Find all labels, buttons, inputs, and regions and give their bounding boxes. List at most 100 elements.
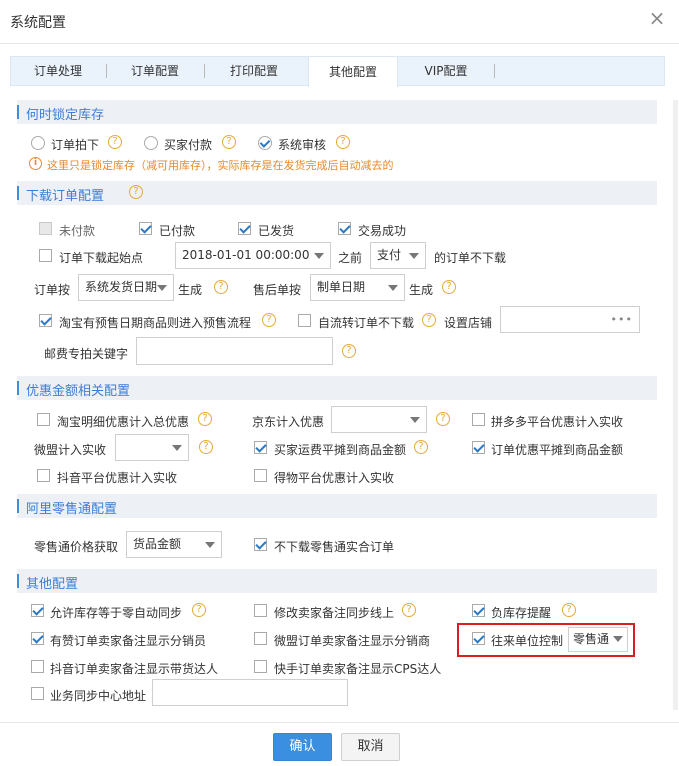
radio-buyer-paid[interactable] (144, 136, 158, 150)
checkbox-no-combined[interactable] (254, 538, 267, 551)
label-after-sale-by: 售后单按 (253, 283, 302, 297)
question-icon[interactable]: ? (214, 280, 228, 294)
label-taobao-detail: 淘宝明细优惠计入总优惠 (57, 415, 190, 429)
section-title: 下载订单配置 (26, 189, 105, 204)
label-dewu-discount: 得物平台优惠计入实收 (274, 471, 395, 485)
label-pdd: 拼多多平台优惠计入实收 (491, 415, 624, 429)
checkbox-youzan[interactable] (31, 632, 44, 645)
label-order-by: 订单按 (34, 283, 71, 297)
lock-stock-warning: 这里只是锁定库存（减可用库存），实际库存是在发货完成后自动减去的 (47, 159, 394, 172)
question-icon[interactable]: ? (108, 135, 122, 149)
section-download-config: 下载订单配置 ? (17, 181, 657, 205)
section-title: 阿里零售通配置 (26, 502, 118, 517)
label-no-combined: 不下载零售通实合订单 (274, 540, 395, 554)
question-icon[interactable]: ? (198, 412, 212, 426)
tab-other-config[interactable]: 其他配置 (308, 56, 398, 87)
label-douyin-discount: 抖音平台优惠计入实收 (57, 471, 178, 485)
question-icon[interactable]: ? (336, 135, 350, 149)
cancel-button[interactable]: 取消 (341, 733, 400, 761)
tab-vip-config[interactable]: VIP配置 (400, 56, 492, 86)
store-input[interactable]: ••• (500, 306, 640, 333)
checkbox-auto-flow[interactable] (298, 314, 311, 327)
question-icon[interactable]: ? (414, 440, 428, 454)
label-modify-remark: 修改卖家备注同步线上 (274, 606, 395, 620)
checkbox-kuaishou-remark[interactable] (254, 660, 267, 673)
label-postage-keyword: 邮费专拍关键字 (44, 347, 129, 361)
checkbox-buyer-freight[interactable] (254, 441, 267, 454)
checkbox-trade-success[interactable] (338, 222, 351, 235)
label-before: 之前 (338, 251, 363, 265)
label-kuaishou-remark: 快手订单卖家备注显示CPS达人 (274, 662, 442, 676)
confirm-button[interactable]: 确认 (273, 733, 332, 761)
label-order-placed: 订单拍下 (51, 138, 100, 152)
label-shipped: 已发货 (258, 224, 295, 238)
checkbox-dewu-discount[interactable] (254, 469, 267, 482)
price-get-select[interactable]: 货品金额 (126, 531, 222, 558)
question-icon[interactable]: ? (436, 412, 450, 426)
pay-option-select[interactable]: 支付 (370, 242, 426, 269)
label-auto-flow: 自流转订单不下载 (318, 316, 415, 330)
question-icon[interactable]: ? (262, 313, 276, 327)
section-ali-retail: 阿里零售通配置 (17, 494, 657, 518)
checkbox-unpaid (39, 222, 52, 235)
label-weimeng-remark: 微盟订单卖家备注显示分销商 (274, 634, 431, 648)
checkbox-order-discount[interactable] (472, 441, 485, 454)
section-title: 优惠金额相关配置 (26, 384, 131, 399)
section-title: 何时锁定库存 (26, 108, 105, 123)
after-sale-select[interactable]: 制单日期 (310, 274, 405, 301)
question-icon[interactable]: ? (562, 603, 576, 617)
more-icon[interactable]: ••• (611, 313, 633, 326)
label-sync-center: 业务同步中心地址 (50, 689, 147, 703)
question-icon[interactable]: ? (402, 603, 416, 617)
question-icon[interactable]: ? (222, 135, 236, 149)
label-buyer-paid: 买家付款 (164, 138, 213, 152)
section-discount-config: 优惠金额相关配置 (17, 376, 657, 400)
checkbox-allow-zero[interactable] (31, 604, 44, 617)
question-icon[interactable]: ? (199, 440, 213, 454)
checkbox-negative-stock[interactable] (472, 604, 485, 617)
checkbox-weimeng-remark[interactable] (254, 632, 267, 645)
close-icon[interactable]: × (648, 8, 666, 28)
checkbox-sync-center[interactable] (31, 687, 44, 700)
checkbox-modify-remark[interactable] (254, 604, 267, 617)
label-youzan: 有赞订单卖家备注显示分销员 (50, 634, 207, 648)
radio-system-review[interactable] (258, 136, 272, 150)
jd-select[interactable] (331, 406, 427, 433)
postage-keyword-input[interactable] (136, 337, 333, 365)
checkbox-douyin-remark[interactable] (31, 660, 44, 673)
label-douyin-remark: 抖音订单卖家备注显示带货达人 (50, 662, 219, 676)
tab-order-config[interactable]: 订单配置 (108, 56, 202, 86)
label-negative-stock: 负库存提醒 (491, 606, 552, 620)
label-unpaid: 未付款 (59, 224, 96, 238)
tab-order-processing[interactable]: 订单处理 (14, 56, 102, 86)
section-other-config: 其他配置 (17, 569, 657, 593)
label-set-store: 设置店铺 (444, 316, 493, 330)
sync-center-input[interactable] (152, 679, 348, 706)
question-icon[interactable]: ? (192, 603, 206, 617)
weimeng-select[interactable] (115, 434, 189, 461)
checkbox-douyin-discount[interactable] (37, 469, 50, 482)
start-date-select[interactable]: 2018-01-01 00:00:00 (175, 242, 331, 269)
question-icon[interactable]: ? (442, 280, 456, 294)
highlight-box (457, 623, 635, 657)
checkbox-presale[interactable] (39, 314, 52, 327)
question-icon[interactable]: ? (129, 185, 143, 199)
divider (0, 43, 679, 44)
checkbox-pdd[interactable] (472, 413, 485, 426)
label-generate2: 生成 (409, 283, 434, 297)
radio-order-placed[interactable] (31, 136, 45, 150)
order-by-select[interactable]: 系统发货日期 (78, 274, 174, 301)
checkbox-taobao-detail[interactable] (37, 413, 50, 426)
label-allow-zero: 允许库存等于零自动同步 (50, 606, 183, 620)
checkbox-shipped[interactable] (238, 222, 251, 235)
checkbox-paid[interactable] (139, 222, 152, 235)
question-icon[interactable]: ? (422, 313, 436, 327)
label-jd: 京东计入优惠 (252, 415, 325, 429)
question-icon[interactable]: ? (342, 344, 356, 358)
tab-separator (204, 64, 205, 78)
scrollbar[interactable] (673, 100, 678, 710)
label-paid: 已付款 (159, 224, 196, 238)
tab-print-config[interactable]: 打印配置 (206, 56, 302, 86)
checkbox-download-start[interactable] (39, 249, 52, 262)
section-lock-stock: 何时锁定库存 (17, 100, 657, 124)
